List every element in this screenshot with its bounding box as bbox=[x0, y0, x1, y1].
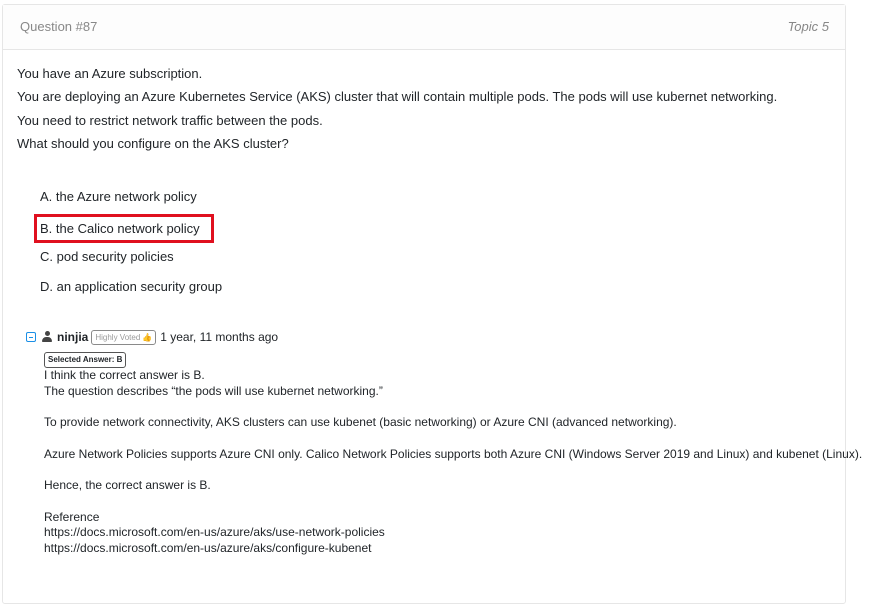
comment-body: I think the correct answer is B. The que… bbox=[44, 368, 886, 556]
comment-paragraph: To provide network connectivity, AKS clu… bbox=[44, 415, 677, 429]
question-number: Question #87 bbox=[20, 19, 98, 34]
question-text: You have an Azure subscription. You are … bbox=[17, 62, 837, 155]
topic-label: Topic 5 bbox=[787, 19, 829, 34]
reference-link[interactable]: https://docs.microsoft.com/en-us/azure/a… bbox=[44, 525, 385, 539]
choice-a[interactable]: A. the Azure network policy bbox=[34, 183, 222, 213]
question-line: You are deploying an Azure Kubernetes Se… bbox=[17, 89, 778, 105]
choice-c[interactable]: C. pod security policies bbox=[34, 243, 222, 273]
selected-answer-badge: Selected Answer: B bbox=[44, 352, 127, 368]
user-icon bbox=[42, 331, 52, 343]
question-line: You have an Azure subscription. bbox=[17, 66, 203, 81]
thumbs-up-icon: 👍 bbox=[142, 332, 153, 342]
reference-label: Reference bbox=[44, 509, 100, 524]
answer-choices: A. the Azure network policy B. the Calic… bbox=[34, 183, 222, 303]
question-header: Question #87 Topic 5 bbox=[3, 5, 845, 50]
comment-header: ninjia Highly Voted 👍 1 year, 11 months … bbox=[26, 327, 886, 347]
highly-voted-badge: Highly Voted 👍 bbox=[91, 329, 157, 345]
comment-date: 1 year, 11 months ago bbox=[160, 330, 279, 344]
minus-square-icon[interactable] bbox=[26, 332, 36, 342]
comment-paragraph: Hence, the correct answer is B. bbox=[44, 478, 211, 492]
question-line: You need to restrict network traffic bet… bbox=[17, 112, 323, 128]
reference-link[interactable]: https://docs.microsoft.com/en-us/azure/a… bbox=[44, 541, 372, 555]
highly-voted-label: Highly Voted bbox=[95, 332, 141, 342]
comment-line: I think the correct answer is B. bbox=[44, 368, 205, 382]
choice-b-correct[interactable]: B. the Calico network policy bbox=[34, 214, 214, 243]
choice-d[interactable]: D. an application security group bbox=[34, 273, 222, 303]
comment-username[interactable]: ninjia bbox=[57, 330, 88, 344]
comment-paragraph: Azure Network Policies supports Azure CN… bbox=[44, 446, 863, 461]
question-line: What should you configure on the AKS clu… bbox=[17, 135, 289, 151]
comment-line: The question describes “the pods will us… bbox=[44, 383, 383, 398]
comment: ninjia Highly Voted 👍 1 year, 11 months … bbox=[26, 327, 886, 556]
